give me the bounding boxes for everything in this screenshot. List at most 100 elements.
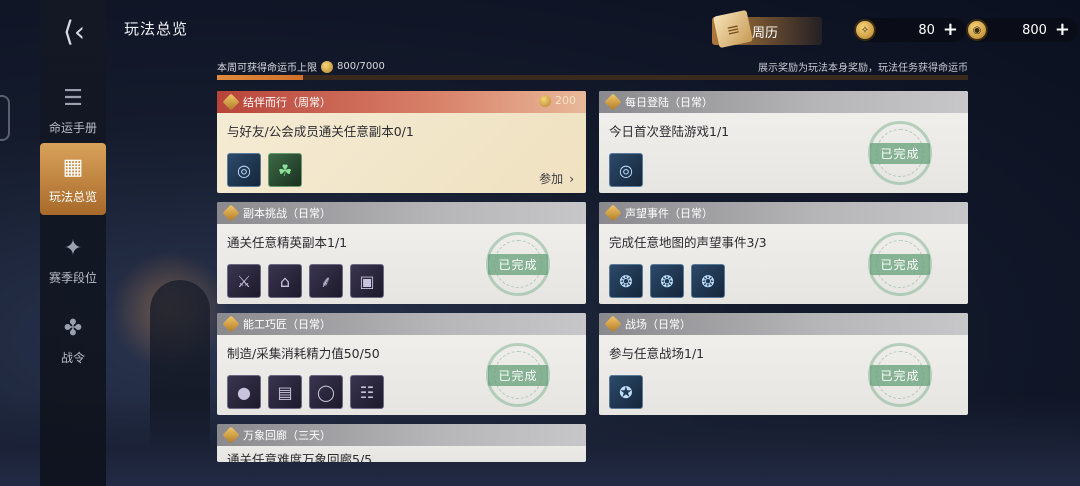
add-fate-coin-button[interactable]: +: [943, 21, 958, 39]
completed-label: 已完成: [488, 253, 548, 275]
chest-icon[interactable]: ▤: [268, 375, 302, 409]
currency-value: 80: [918, 22, 935, 38]
emblem-icon[interactable]: ❂: [691, 264, 725, 298]
currency-fate-coin: ✧ 80 +: [854, 18, 966, 42]
page-title: 玩法总览: [124, 20, 189, 38]
task-icon: [604, 204, 622, 222]
reward-items: ❂ ❂ ❂: [609, 264, 725, 298]
silver-coin-icon[interactable]: ◎: [609, 153, 643, 187]
task-card-dungeon-challenge[interactable]: 副本挑战（日常） 通关任意精英副本1/1 ⚔ ⌂ ⸙ ▣ 已完成: [217, 202, 586, 304]
sidebar-item-label: 战令: [60, 350, 85, 365]
completed-label: 已完成: [870, 364, 930, 386]
bomb-icon[interactable]: ●: [227, 375, 261, 409]
card-header: 结伴而行（周常）: [217, 91, 586, 113]
currency-value: 800: [1022, 22, 1047, 38]
claw-icon[interactable]: ⸙: [309, 264, 343, 298]
card-header: 战场（日常）: [599, 313, 968, 335]
task-icon: [604, 315, 622, 333]
sidebar-item-overview[interactable]: ▦ 玩法总览: [40, 143, 106, 215]
task-card-battlefield[interactable]: 战场（日常） 参与任意战场1/1 ✪ 已完成: [599, 313, 968, 415]
fate-coin-icon: [321, 60, 333, 73]
card-description: 制造/采集消耗精力值50/50: [227, 346, 380, 361]
task-icon: [604, 93, 622, 111]
book-icon: ☰: [63, 86, 83, 111]
task-card-daily-login[interactable]: 每日登陆（日常） 今日首次登陆游戏1/1 ◎ 已完成: [599, 91, 968, 193]
sidebar-item-fate-handbook[interactable]: ☰ 命运手册: [40, 74, 106, 146]
card-description: 参与任意战场1/1: [609, 346, 705, 361]
chevron-right-icon: ›: [569, 171, 574, 186]
reward-items: ● ▤ ◯ ☷: [227, 375, 384, 409]
card-header: 副本挑战（日常）: [217, 202, 586, 224]
weekly-progress-bar: [217, 75, 968, 80]
card-title: 副本挑战（日常）: [243, 207, 331, 220]
battle-pass-icon: ✤: [63, 316, 83, 341]
completed-stamp: 已完成: [862, 343, 938, 407]
task-card-gallery[interactable]: 万象回廊（三天） 通关任意难度万象回廊5/5: [217, 424, 586, 462]
completed-stamp: 已完成: [480, 232, 556, 296]
emblem-icon[interactable]: ❂: [650, 264, 684, 298]
card-description: 今日首次登陆游戏1/1: [609, 124, 730, 139]
completed-stamp: 已完成: [862, 121, 938, 185]
card-header: 万象回廊（三天）: [217, 424, 586, 446]
robot-icon[interactable]: ☷: [350, 375, 384, 409]
reward-items: ✪: [609, 375, 643, 409]
card-title: 万象回廊（三天）: [243, 429, 331, 442]
ring-icon[interactable]: ◯: [309, 375, 343, 409]
scroll-icon: ≡: [713, 9, 753, 49]
gold-coin-icon: ◉: [966, 19, 988, 41]
card-description: 完成任意地图的声望事件3/3: [609, 235, 767, 250]
card-title: 每日登陆（日常）: [625, 96, 713, 109]
clover-icon[interactable]: ☘: [268, 153, 302, 187]
card-header: 每日登陆（日常）: [599, 91, 968, 113]
helmet-icon[interactable]: ⌂: [268, 264, 302, 298]
weekly-limit-value: 800/7000: [337, 61, 385, 72]
card-description: 通关任意难度万象回廊5/5: [227, 452, 373, 462]
join-button[interactable]: 参加 ›: [539, 170, 574, 187]
weekly-calendar-button[interactable]: ≡ 周历: [712, 9, 822, 49]
back-arrow-icon: ⟨‹: [62, 14, 86, 48]
currency-gold-coin: ◉ 800 +: [966, 18, 1078, 42]
task-card-reputation-event[interactable]: 声望事件（日常） 完成任意地图的声望事件3/3 ❂ ❂ ❂ 已完成: [599, 202, 968, 304]
sidebar-item-battle-pass[interactable]: ✤ 战令: [40, 304, 106, 376]
reward-value: 200: [555, 94, 576, 107]
blade-icon[interactable]: ⚔: [227, 264, 261, 298]
fate-coin-icon: [539, 94, 551, 107]
card-description: 通关任意精英副本1/1: [227, 235, 348, 250]
sidebar-item-season-rank[interactable]: ✦ 赛季段位: [40, 224, 106, 296]
card-reward: 200: [539, 94, 576, 107]
back-button[interactable]: ⟨‹: [52, 14, 96, 48]
screen-edge-handle: [0, 95, 10, 141]
reward-items: ⚔ ⌂ ⸙ ▣: [227, 264, 384, 298]
completed-stamp: 已完成: [862, 232, 938, 296]
completed-label: 已完成: [870, 142, 930, 164]
task-card-companion[interactable]: 结伴而行（周常） 200 与好友/公会成员通关任意副本0/1 ◎ ☘ 参加 ›: [217, 91, 586, 193]
task-card-craftsman[interactable]: 能工巧匠（日常） 制造/采集消耗精力值50/50 ● ▤ ◯ ☷ 已完成: [217, 313, 586, 415]
armor-icon[interactable]: ▣: [350, 264, 384, 298]
grid-icon: ▦: [62, 155, 84, 180]
task-icon: [222, 93, 240, 111]
sidebar-item-label: 玩法总览: [48, 189, 97, 204]
medal-icon[interactable]: ✪: [609, 375, 643, 409]
sidebar-item-label: 命运手册: [48, 120, 97, 135]
join-label: 参加: [539, 172, 564, 186]
rank-emblem-icon: ✦: [63, 236, 83, 261]
card-header: 能工巧匠（日常）: [217, 313, 586, 335]
task-icon: [222, 204, 240, 222]
add-gold-coin-button[interactable]: +: [1055, 21, 1070, 39]
fate-coin-icon: ✧: [854, 19, 876, 41]
weekly-limit-label: 本周可获得命运币上限: [217, 63, 317, 74]
reward-items: ◎: [609, 153, 643, 187]
task-icon: [222, 426, 240, 444]
card-title: 结伴而行（周常）: [243, 96, 331, 109]
completed-label: 已完成: [488, 364, 548, 386]
emblem-icon[interactable]: ❂: [609, 264, 643, 298]
calendar-label: 周历: [752, 25, 779, 41]
card-title: 能工巧匠（日常）: [243, 318, 331, 331]
card-title: 战场（日常）: [625, 318, 691, 331]
sidebar-item-label: 赛季段位: [48, 270, 97, 285]
card-description: 与好友/公会成员通关任意副本0/1: [227, 124, 414, 139]
weekly-progress-fill: [217, 75, 303, 80]
completed-stamp: 已完成: [480, 343, 556, 407]
reward-items: ◎ ☘: [227, 153, 302, 187]
silver-coin-icon[interactable]: ◎: [227, 153, 261, 187]
